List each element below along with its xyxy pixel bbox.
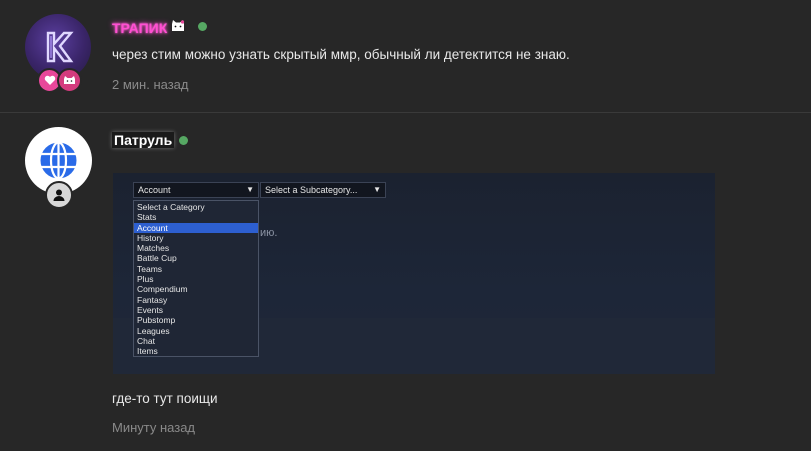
dropdown-option: History <box>137 232 164 243</box>
subcategory-select: Select a Subcategory... ▼ <box>260 182 386 198</box>
author-name[interactable]: Патруль <box>112 132 175 148</box>
dropdown-option: Items <box>137 346 158 357</box>
chevron-down-icon: ▼ <box>246 185 254 194</box>
dropdown-option: Teams <box>137 263 163 274</box>
background-text: ию. <box>260 227 278 239</box>
comment-2: Патруль Account ▼ Select a Subcategory..… <box>0 0 811 435</box>
dropdown-option: Events <box>137 304 163 315</box>
chevron-down-icon: ▼ <box>373 185 381 194</box>
dropdown-option: Select a Category <box>137 202 205 212</box>
dropdown-option: Compendium <box>137 284 188 295</box>
comment-time[interactable]: Минуту назад <box>112 420 195 435</box>
category-dropdown: Select a Category Stats Account History … <box>133 200 259 357</box>
dropdown-option: Plus <box>137 274 154 285</box>
dropdown-option: Matches <box>137 243 170 254</box>
category-select: Account ▼ <box>133 182 259 198</box>
dropdown-option: Pubstomp <box>137 315 176 326</box>
dropdown-option: Stats <box>137 212 157 223</box>
dropdown-option: Leagues <box>137 325 170 336</box>
online-status-icon <box>179 136 188 145</box>
attached-screenshot[interactable]: Account ▼ Select a Subcategory... ▼ ию. … <box>113 173 715 374</box>
dropdown-option: Fantasy <box>137 294 168 305</box>
dropdown-option: Chat <box>137 335 155 346</box>
dropdown-option: Battle Cup <box>137 253 177 264</box>
globe-icon <box>40 141 77 180</box>
comment-text: где-то тут поищи <box>112 391 218 406</box>
dropdown-option-selected: Account <box>134 222 258 233</box>
user-badge-icon <box>45 181 73 209</box>
